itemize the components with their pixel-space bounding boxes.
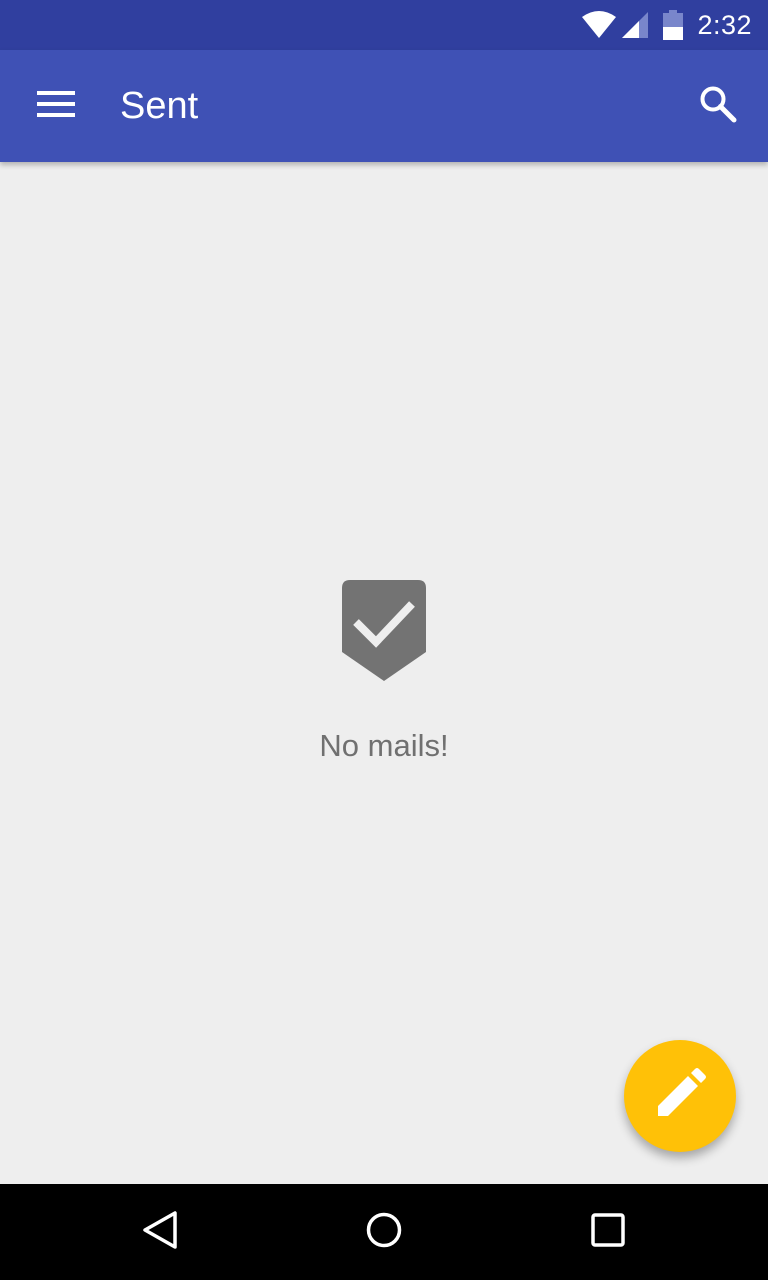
- home-button[interactable]: [354, 1202, 414, 1262]
- status-bar: 2:32: [0, 0, 768, 50]
- home-icon: [364, 1210, 404, 1255]
- battery-icon: [663, 10, 684, 40]
- status-clock: 2:32: [697, 9, 752, 40]
- navigation-bar: [0, 1184, 768, 1280]
- back-button[interactable]: [130, 1202, 190, 1262]
- empty-state: No mails!: [0, 580, 768, 764]
- check-badge-icon: [0, 580, 768, 682]
- hamburger-menu-icon: [37, 90, 75, 123]
- search-button[interactable]: [684, 72, 752, 140]
- empty-message: No mails!: [319, 728, 449, 763]
- cell-signal-icon: [621, 11, 649, 39]
- recents-icon: [588, 1210, 628, 1255]
- search-icon: [699, 85, 737, 128]
- status-icons: 2:32: [581, 0, 752, 50]
- pencil-icon: [654, 1067, 706, 1125]
- wifi-icon: [581, 11, 617, 39]
- page-title: Sent: [120, 85, 199, 127]
- compose-button[interactable]: [624, 1040, 736, 1152]
- recents-button[interactable]: [578, 1202, 638, 1262]
- back-icon: [140, 1210, 180, 1255]
- app-bar: Sent: [0, 50, 768, 162]
- menu-button[interactable]: [22, 72, 90, 140]
